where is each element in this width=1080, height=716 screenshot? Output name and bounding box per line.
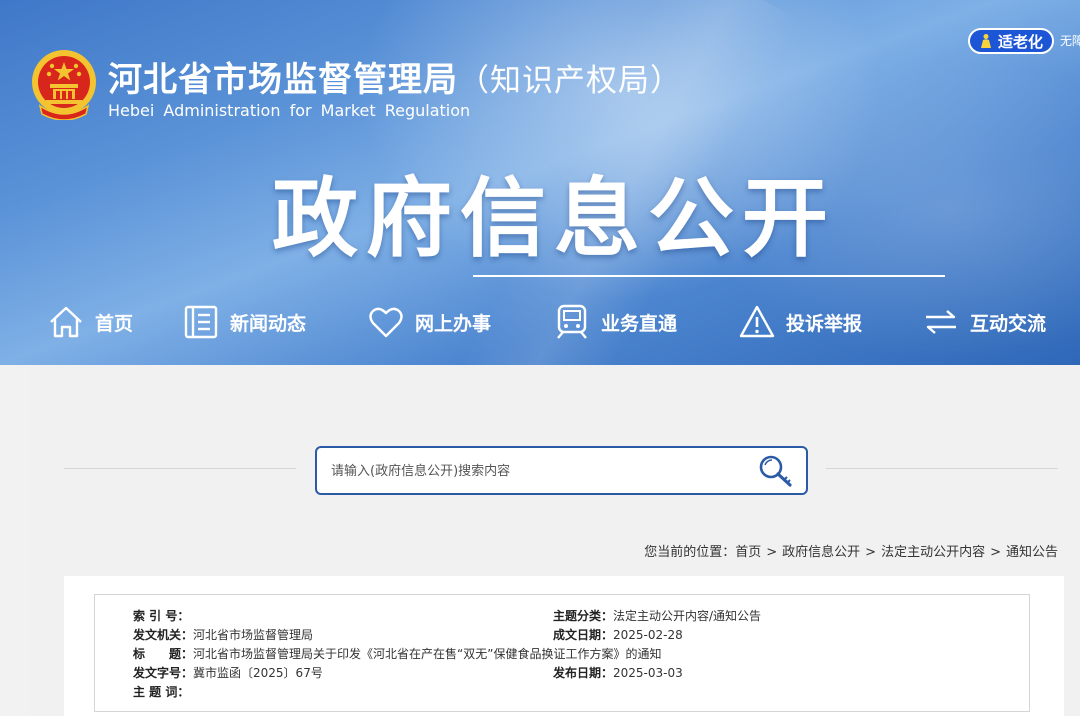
breadcrumb-separator: > — [766, 545, 778, 560]
info-label: 发文机关： — [133, 628, 194, 642]
divider-line — [64, 468, 296, 469]
org-name-cn: 河北省市场监督管理局 — [108, 60, 458, 100]
nav-item-home[interactable]: 首页 — [47, 298, 133, 346]
accessibility-link[interactable]: 无障 — [1060, 32, 1080, 49]
breadcrumb-separator: > — [865, 545, 877, 560]
exchange-arrows-icon — [926, 310, 956, 334]
nav-label: 首页 — [95, 312, 134, 335]
info-value: 河北省市场监督管理局关于印发《河北省在产在售“双无”保健食品换证工作方案》的通知 — [193, 647, 662, 661]
breadcrumb-separator: > — [990, 545, 1001, 560]
info-issuer: 发文机关：河北省市场监督管理局 — [133, 626, 313, 643]
nav-item-online-service[interactable]: 网上办事 — [367, 298, 491, 346]
search-icon[interactable] — [757, 453, 795, 489]
train-icon — [557, 304, 587, 339]
breadcrumb-link-notice[interactable]: 通知公告 — [1006, 545, 1058, 560]
nav-item-news[interactable]: 新闻动态 — [182, 298, 306, 346]
info-label: 标 题： — [133, 647, 194, 661]
breadcrumb-prefix: 您当前的位置： — [644, 545, 736, 560]
hero-underline — [473, 275, 945, 277]
info-label: 主 题 词： — [133, 685, 190, 699]
info-publish-date: 发布日期：2025-03-03 — [553, 664, 683, 681]
home-icon — [50, 306, 82, 338]
info-value: 法定主动公开内容/通知公告 — [613, 609, 762, 623]
info-value: 2025-03-03 — [613, 666, 683, 680]
info-keywords: 主 题 词： — [133, 683, 189, 700]
nav-item-interaction[interactable]: 互动交流 — [922, 298, 1046, 346]
national-emblem-icon — [32, 50, 96, 120]
info-label: 发布日期： — [553, 666, 614, 680]
nav-item-business-direct[interactable]: 业务直通 — [553, 298, 677, 346]
info-index: 索 引 号： — [133, 607, 189, 624]
info-title: 标 题：河北省市场监督管理局关于印发《河北省在产在售“双无”保健食品换证工作方案… — [133, 645, 661, 662]
info-label: 索 引 号： — [133, 609, 190, 623]
heart-icon — [369, 307, 403, 338]
hero-title: 政府信息公开 — [272, 169, 836, 269]
warning-icon — [739, 305, 775, 338]
info-value: 冀市监函〔2025〕67号 — [193, 666, 323, 680]
document-info-table: 索 引 号： 主题分类：法定主动公开内容/通知公告 发文机关：河北省市场监督管理… — [94, 594, 1030, 712]
header-banner: 河北省市场监督管理局（知识产权局） Hebei Administration f… — [0, 0, 1080, 365]
elder-mode-button[interactable]: 适老化 — [968, 28, 1054, 54]
main-nav: 首页 新闻动态 网上办事 业务直通 投诉举报 互动交流 — [0, 298, 1080, 348]
divider-line — [826, 468, 1058, 469]
info-doc-number: 发文字号：冀市监函〔2025〕67号 — [133, 664, 323, 681]
info-date-created: 成文日期：2025-02-28 — [553, 626, 683, 643]
search-box — [315, 446, 808, 495]
info-label: 发文字号： — [133, 666, 194, 680]
breadcrumb: 您当前的位置：首页 > 政府信息公开 > 法定主动公开内容 > 通知公告 — [644, 541, 1058, 560]
nav-label: 网上办事 — [415, 312, 492, 335]
breadcrumb-link-gov-info[interactable]: 政府信息公开 — [782, 545, 860, 560]
nav-label: 业务直通 — [601, 312, 678, 335]
info-category: 主题分类：法定主动公开内容/通知公告 — [553, 607, 761, 624]
info-value: 河北省市场监督管理局 — [193, 628, 314, 642]
info-label: 主题分类： — [553, 609, 614, 623]
breadcrumb-link-home[interactable]: 首页 — [735, 545, 761, 560]
info-label: 成文日期： — [553, 628, 614, 642]
nav-label: 投诉举报 — [786, 312, 863, 335]
search-input[interactable] — [331, 460, 731, 482]
info-value: 2025-02-28 — [613, 628, 683, 642]
document-list-icon — [184, 305, 218, 339]
breadcrumb-link-statutory[interactable]: 法定主动公开内容 — [881, 545, 985, 560]
nav-label: 新闻动态 — [230, 312, 307, 335]
org-name: 河北省市场监督管理局（知识产权局） — [108, 52, 682, 101]
elder-person-icon — [981, 34, 991, 48]
org-name-suffix: （知识产权局） — [458, 63, 682, 99]
nav-item-complaint[interactable]: 投诉举报 — [738, 298, 862, 346]
elder-mode-label: 适老化 — [998, 32, 1044, 51]
org-name-en: Hebei Administration for Market Regulati… — [108, 101, 471, 120]
nav-label: 互动交流 — [970, 312, 1047, 335]
